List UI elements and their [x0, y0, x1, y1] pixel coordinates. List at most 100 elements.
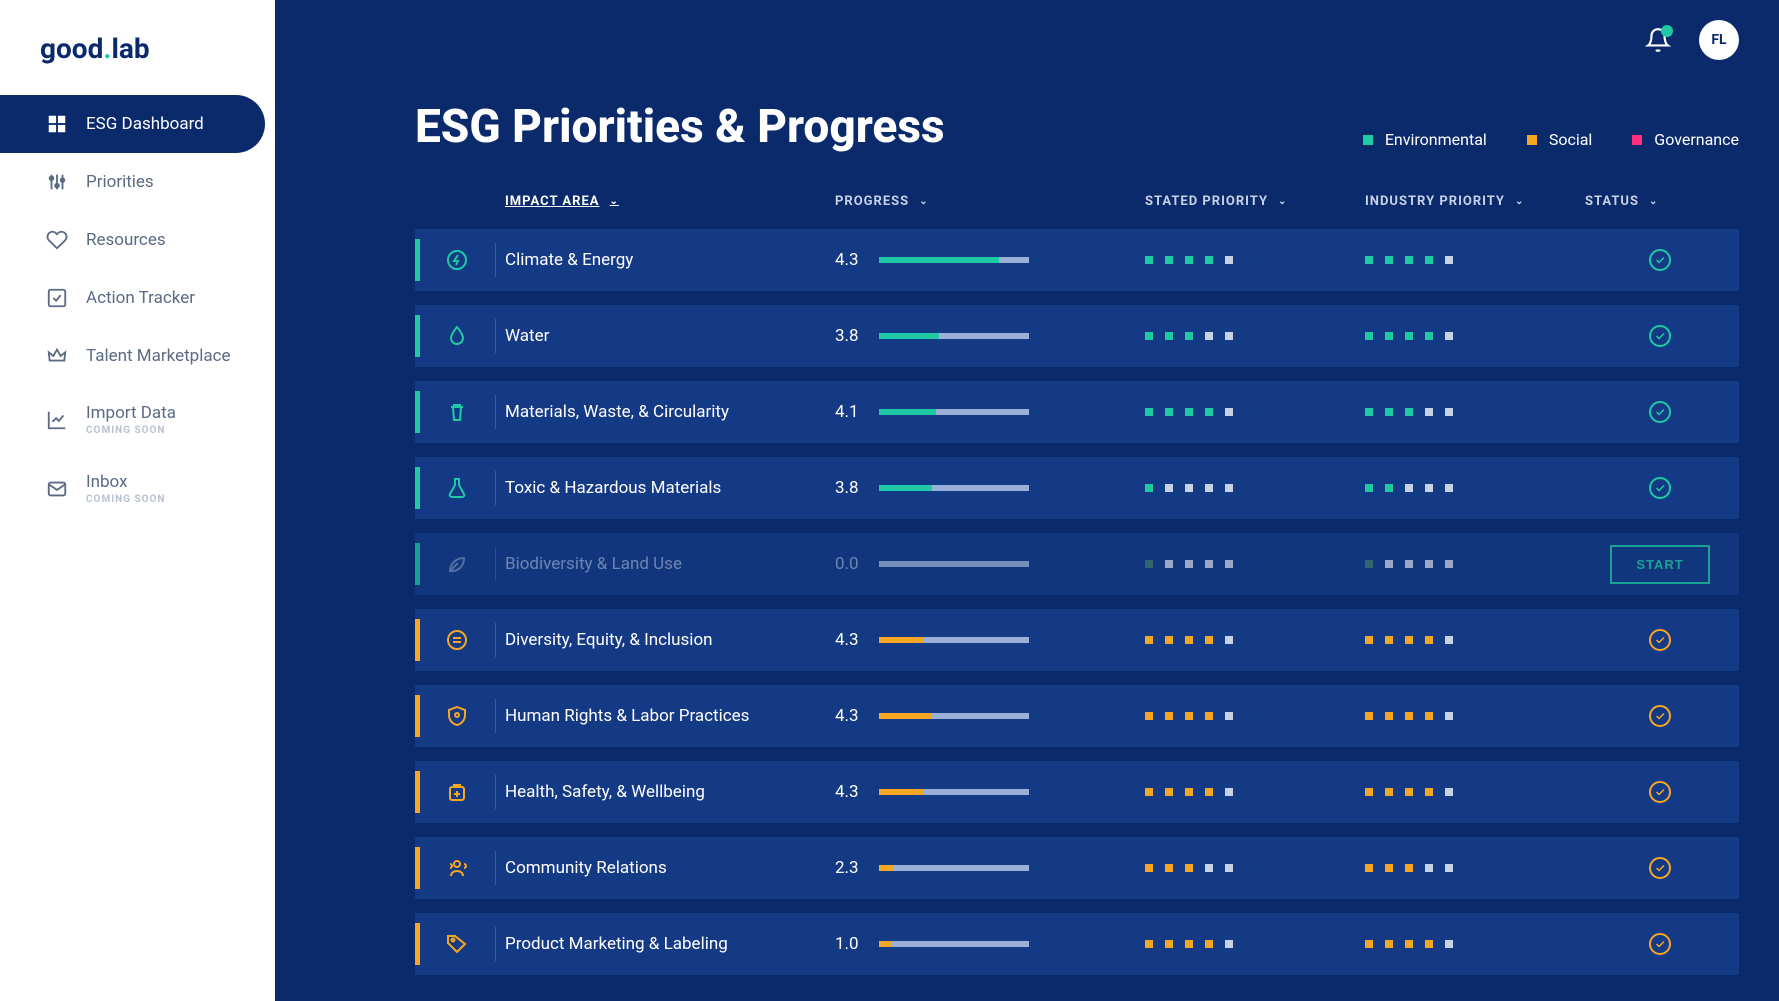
- chevron-down-icon: ⌄: [919, 196, 928, 207]
- nav-item-talent-marketplace[interactable]: Talent Marketplace: [0, 327, 275, 385]
- priority-dot-icon: [1405, 788, 1413, 796]
- priority-dot-icon: [1225, 788, 1233, 796]
- priority-dot-icon: [1445, 332, 1453, 340]
- header-progress[interactable]: PROGRESS⌄: [835, 194, 1145, 209]
- priority-dot-icon: [1405, 256, 1413, 264]
- priority-dot-icon: [1405, 712, 1413, 720]
- table-row[interactable]: Biodiversity & Land Use0.0START: [415, 533, 1739, 595]
- progress-bar: [879, 409, 1029, 415]
- priority-dots: [1365, 332, 1585, 340]
- priority-dot-icon: [1365, 484, 1373, 492]
- priority-dot-icon: [1205, 940, 1213, 948]
- status-cell: [1585, 249, 1735, 271]
- impact-area-name: Biodiversity & Land Use: [505, 554, 835, 574]
- industry-priority-cell: [1365, 332, 1585, 340]
- header-stated-priority[interactable]: STATED PRIORITY⌄: [1145, 194, 1365, 209]
- header-impact-area[interactable]: IMPACT AREA⌄: [505, 194, 835, 209]
- impact-area-name: Human Rights & Labor Practices: [505, 706, 835, 726]
- stated-priority-cell: [1145, 712, 1365, 720]
- avatar-initials: FL: [1711, 32, 1726, 48]
- priority-dot-icon: [1165, 788, 1173, 796]
- legend: EnvironmentalSocialGovernance: [1363, 130, 1739, 149]
- priority-dot-icon: [1405, 940, 1413, 948]
- table-row[interactable]: Product Marketing & Labeling1.0: [415, 913, 1739, 975]
- nav-item-inbox[interactable]: InboxCOMING SOON: [0, 454, 275, 523]
- status-check-icon: [1649, 705, 1671, 727]
- priority-dot-icon: [1445, 408, 1453, 416]
- divider: [495, 243, 496, 277]
- priority-dot-icon: [1365, 332, 1373, 340]
- logo: good.lab: [0, 20, 275, 95]
- rows-container: Climate & Energy4.3 Water3.8 Materials, Wa…: [415, 229, 1739, 975]
- divider: [495, 699, 496, 733]
- shield-icon: [445, 704, 469, 728]
- header-status[interactable]: STATUS⌄: [1585, 194, 1735, 209]
- bolt-icon: [445, 248, 469, 272]
- progress-bar: [879, 333, 1029, 339]
- header-industry-priority[interactable]: INDUSTRY PRIORITY⌄: [1365, 194, 1585, 209]
- stated-priority-cell: [1145, 560, 1365, 568]
- industry-priority-cell: [1365, 864, 1585, 872]
- priority-dot-icon: [1225, 560, 1233, 568]
- row-accent: [415, 239, 420, 281]
- legend-label: Governance: [1654, 130, 1739, 149]
- chevron-down-icon: ⌄: [1278, 196, 1287, 207]
- row-icon-cell: [415, 775, 505, 809]
- row-icon-cell: [415, 623, 505, 657]
- priority-dot-icon: [1385, 864, 1393, 872]
- nav-item-import-data[interactable]: Import DataCOMING SOON: [0, 385, 275, 454]
- topbar: FL: [1645, 20, 1739, 60]
- status-check-icon: [1649, 249, 1671, 271]
- progress-fill: [879, 333, 939, 339]
- table-row[interactable]: Health, Safety, & Wellbeing4.3: [415, 761, 1739, 823]
- table-row[interactable]: Climate & Energy4.3: [415, 229, 1739, 291]
- priority-dot-icon: [1425, 408, 1433, 416]
- industry-priority-cell: [1365, 256, 1585, 264]
- table-row[interactable]: Community Relations2.3: [415, 837, 1739, 899]
- progress-fill: [879, 713, 932, 719]
- progress-fill: [879, 941, 891, 947]
- progress-fill: [879, 789, 924, 795]
- progress-cell: 4.3: [835, 782, 1145, 802]
- row-accent: [415, 391, 420, 433]
- table-row[interactable]: Materials, Waste, & Circularity4.1: [415, 381, 1739, 443]
- industry-priority-cell: [1365, 788, 1585, 796]
- row-accent: [415, 467, 420, 509]
- stated-priority-cell: [1145, 940, 1365, 948]
- priority-dot-icon: [1185, 712, 1193, 720]
- priority-dot-icon: [1405, 332, 1413, 340]
- row-icon-cell: [415, 395, 505, 429]
- heart-icon: [46, 229, 68, 251]
- row-icon-cell: [415, 699, 505, 733]
- nav-item-action-tracker[interactable]: Action Tracker: [0, 269, 275, 327]
- avatar[interactable]: FL: [1699, 20, 1739, 60]
- progress-bar: [879, 865, 1029, 871]
- table-row[interactable]: Diversity, Equity, & Inclusion4.3: [415, 609, 1739, 671]
- table-row[interactable]: Human Rights & Labor Practices4.3: [415, 685, 1739, 747]
- notifications-button[interactable]: [1645, 27, 1671, 53]
- priority-dots: [1145, 408, 1365, 416]
- status-cell: [1585, 705, 1735, 727]
- status-cell: [1585, 325, 1735, 347]
- chevron-down-icon: ⌄: [610, 196, 619, 207]
- progress-cell: 4.1: [835, 402, 1145, 422]
- priority-dot-icon: [1225, 332, 1233, 340]
- priority-dot-icon: [1385, 560, 1393, 568]
- impact-area-name: Product Marketing & Labeling: [505, 934, 835, 954]
- row-icon-cell: [415, 851, 505, 885]
- impact-area-name: Toxic & Hazardous Materials: [505, 478, 835, 498]
- progress-cell: 1.0: [835, 934, 1145, 954]
- priority-dots: [1365, 256, 1585, 264]
- logo-dot: .: [103, 32, 111, 65]
- table-row[interactable]: Water3.8: [415, 305, 1739, 367]
- priority-dots: [1145, 484, 1365, 492]
- priority-dot-icon: [1225, 408, 1233, 416]
- mail-icon: [46, 478, 68, 500]
- nav-item-esg-dashboard[interactable]: ESG Dashboard: [0, 95, 265, 153]
- nav-item-resources[interactable]: Resources: [0, 211, 275, 269]
- table-row[interactable]: Toxic & Hazardous Materials3.8: [415, 457, 1739, 519]
- start-button[interactable]: START: [1610, 545, 1709, 584]
- priority-dot-icon: [1225, 712, 1233, 720]
- priority-dot-icon: [1145, 788, 1153, 796]
- nav-item-priorities[interactable]: Priorities: [0, 153, 275, 211]
